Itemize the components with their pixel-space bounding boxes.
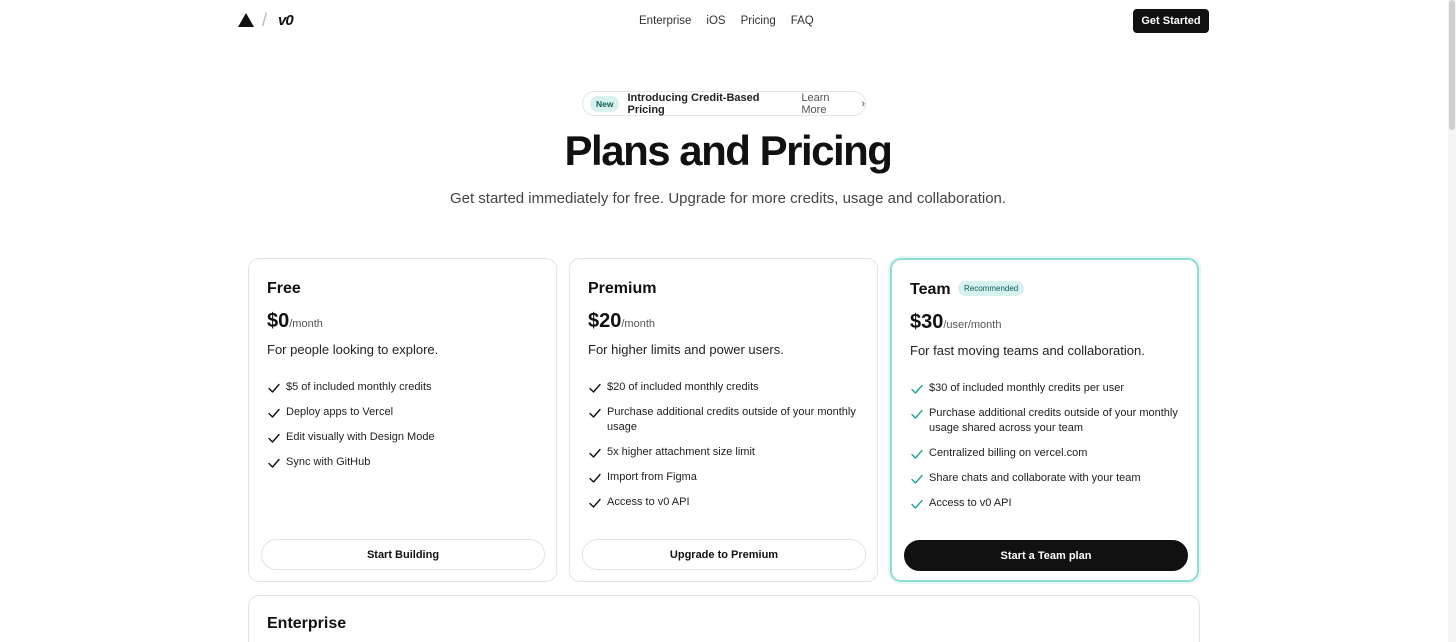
vercel-logo-icon[interactable] (238, 13, 254, 27)
start-building-button[interactable]: Start Building (261, 539, 545, 570)
v0-logo[interactable]: v0 (278, 12, 294, 30)
feature-text: $30 of included monthly credits per user (929, 382, 1125, 394)
learn-more-link[interactable]: Learn More › (801, 92, 865, 116)
feature-item: $20 of included monthly credits (588, 380, 870, 395)
price-amount: $20 (588, 310, 622, 332)
check-icon (910, 382, 924, 396)
feature-text: 5x higher attachment size limit (607, 446, 755, 458)
feature-text: Purchase additional credits outside of y… (929, 407, 1178, 434)
check-icon (588, 496, 602, 510)
feature-item: Purchase additional credits outside of y… (910, 406, 1192, 436)
feature-text: Centralized billing on vercel.com (929, 447, 1088, 459)
feature-text: $5 of included monthly credits (286, 381, 432, 393)
feature-text: Share chats and collaborate with your te… (929, 472, 1141, 484)
feature-item: Edit visually with Design Mode (267, 430, 549, 445)
feature-item: Import from Figma (588, 470, 870, 485)
plan-description: For fast moving teams and collaboration. (910, 343, 1145, 358)
upgrade-to-premium-button[interactable]: Upgrade to Premium (582, 539, 866, 570)
feature-item: Share chats and collaborate with your te… (910, 471, 1192, 486)
feature-text: Deploy apps to Vercel (286, 406, 394, 418)
plan-price: $0 /month (267, 309, 323, 333)
feature-item: Access to v0 API (910, 496, 1192, 511)
feature-item: Purchase additional credits outside of y… (588, 405, 870, 435)
feature-item: Deploy apps to Vercel (267, 405, 549, 420)
feature-item: $5 of included monthly credits (267, 380, 549, 395)
plan-card-enterprise: Enterprise (248, 595, 1200, 642)
feature-text: Import from Figma (607, 471, 697, 483)
check-icon (267, 456, 281, 470)
get-started-button[interactable]: Get Started (1133, 9, 1209, 33)
price-amount: $0 (267, 310, 290, 332)
plan-card-free: Free $0 /month For people looking to exp… (248, 258, 557, 582)
announcement-pill[interactable]: New Introducing Credit-Based Pricing Lea… (582, 91, 866, 116)
check-icon (910, 497, 924, 511)
feature-item: Sync with GitHub (267, 455, 549, 470)
price-period: /month (289, 318, 323, 330)
price-period: /month (621, 318, 656, 330)
check-icon (910, 407, 924, 421)
check-icon (910, 472, 924, 486)
nav-link-pricing[interactable]: Pricing (741, 14, 776, 28)
learn-more-label: Learn More (801, 91, 830, 116)
page-subtitle: Get started immediately for free. Upgrad… (449, 190, 1007, 207)
start-team-plan-button[interactable]: Start a Team plan (904, 540, 1188, 571)
plan-name: Premium (588, 280, 657, 297)
plan-name: Enterprise (267, 615, 347, 632)
price-period: /user/month (943, 319, 1002, 331)
announcement-text: Introducing Credit-Based Pricing (627, 91, 760, 116)
check-icon (588, 406, 602, 420)
feature-list: $5 of included monthly credits Deploy app… (267, 380, 549, 480)
feature-text: Purchase additional credits outside of y… (607, 406, 856, 433)
nav-link-enterprise[interactable]: Enterprise (639, 14, 691, 28)
plan-card-premium: Premium $20 /month For higher limits and… (569, 258, 878, 582)
feature-item: 5x higher attachment size limit (588, 445, 870, 460)
feature-text: Access to v0 API (607, 496, 690, 508)
scrollbar-thumb[interactable] (1449, 0, 1455, 130)
check-icon (267, 406, 281, 420)
check-icon (588, 381, 602, 395)
feature-item: Access to v0 API (588, 495, 870, 510)
new-badge: New (590, 95, 620, 112)
plan-card-team: Team Recommended $30 /user/month For fas… (890, 258, 1199, 582)
logo-divider: / (262, 10, 268, 30)
feature-text: Edit visually with Design Mode (286, 431, 435, 443)
top-navigation: / v0 Enterprise iOS Pricing FAQ Get Star… (0, 0, 1456, 42)
check-icon (588, 471, 602, 485)
nav-link-faq[interactable]: FAQ (791, 14, 814, 28)
main-nav: Enterprise iOS Pricing FAQ (639, 14, 814, 28)
page-scrollbar[interactable] (1448, 0, 1456, 642)
page-title: Plans and Pricing (564, 127, 893, 174)
plan-price: $20 /month (588, 309, 655, 333)
feature-list: $30 of included monthly credits per user… (910, 381, 1192, 521)
plan-name: Team (910, 281, 951, 298)
recommended-badge: Recommended (958, 281, 1025, 296)
feature-list: $20 of included monthly credits Purchase … (588, 380, 870, 520)
feature-text: $20 of included monthly credits (607, 381, 759, 393)
plan-description: For people looking to explore. (267, 342, 439, 357)
check-icon (267, 431, 281, 445)
check-icon (588, 446, 602, 460)
plan-name: Free (267, 280, 301, 297)
feature-item: $30 of included monthly credits per user (910, 381, 1192, 396)
nav-link-ios[interactable]: iOS (706, 14, 725, 28)
feature-text: Access to v0 API (929, 497, 1012, 509)
check-icon (267, 381, 281, 395)
check-icon (910, 447, 924, 461)
feature-item: Centralized billing on vercel.com (910, 446, 1192, 461)
chevron-right-icon: › (861, 97, 865, 110)
plan-price: $30 /user/month (910, 310, 1001, 334)
feature-text: Sync with GitHub (286, 456, 371, 468)
price-amount: $30 (910, 311, 944, 333)
plan-description: For higher limits and power users. (588, 342, 784, 357)
